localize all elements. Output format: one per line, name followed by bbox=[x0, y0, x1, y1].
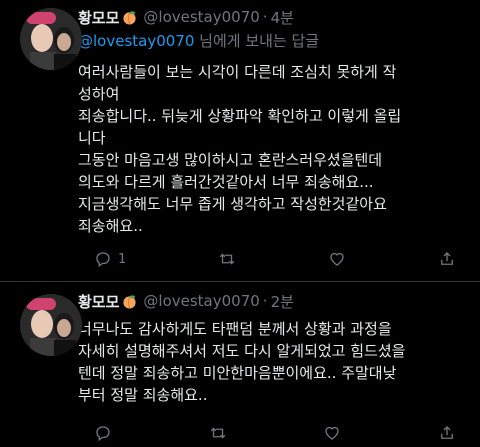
tweet-line: 자세히 설명해주셔서 저도 다시 알게되었고 힘드셨을 bbox=[78, 342, 406, 360]
timestamp[interactable]: 4분 bbox=[271, 7, 294, 28]
share-button[interactable] bbox=[438, 424, 456, 442]
reply-count: 1 bbox=[118, 251, 127, 267]
share-icon bbox=[441, 426, 453, 439]
tweet-text: 너무나도 감사하게도 타팬덤 분께서 상황과 과정을 자세히 설명해주셔서 저도… bbox=[78, 318, 466, 406]
like-button[interactable] bbox=[323, 424, 341, 442]
share-icon bbox=[441, 252, 453, 265]
avatar-image bbox=[20, 294, 82, 356]
retweet-button[interactable] bbox=[209, 424, 227, 442]
tweet-text: 여러사람들이 보는 시각이 다른데 조심치 못하게 작 성하여 죄송합니다.. … bbox=[78, 61, 466, 237]
tweet[interactable]: 황모모 @lovestay0070 · 2분 너무나도 감사하게도 타팬덤 분께… bbox=[0, 282, 480, 446]
peach-emoji-icon bbox=[123, 294, 136, 309]
like-icon bbox=[325, 426, 339, 440]
avatar[interactable] bbox=[20, 8, 82, 70]
tweet-actions: 1 bbox=[94, 250, 456, 268]
tweet-line: 부터 정말 죄송해요.. bbox=[78, 386, 208, 404]
reply-button[interactable]: 1 bbox=[94, 250, 126, 268]
reply-icon bbox=[96, 252, 110, 268]
display-name[interactable]: 황모모 bbox=[78, 291, 119, 312]
timestamp[interactable]: 2분 bbox=[271, 291, 294, 312]
tweet-line: 니다 bbox=[78, 129, 106, 147]
reply-suffix: 님에게 보내는 답글 bbox=[194, 32, 320, 50]
share-button[interactable] bbox=[438, 250, 456, 268]
like-button[interactable] bbox=[328, 250, 346, 268]
reply-context: @lovestay0070 님에게 보내는 답글 bbox=[78, 30, 466, 51]
retweet-icon bbox=[219, 253, 235, 265]
display-name[interactable]: 황모모 bbox=[78, 7, 119, 28]
peach-emoji-icon bbox=[123, 10, 136, 25]
tweet-line: 여러사람들이 보는 시각이 다른데 조심치 못하게 작 bbox=[78, 63, 397, 81]
separator: · bbox=[262, 8, 268, 26]
user-handle[interactable]: @lovestay0070 bbox=[143, 292, 259, 310]
reply-mention-link[interactable]: @lovestay0070 bbox=[78, 32, 194, 50]
tweet-line: 텐데 정말 죄송하고 미안한마음뿐이에요.. 주말대낮 bbox=[78, 364, 397, 382]
like-icon bbox=[330, 252, 344, 266]
tweet-line: 죄송합니다.. 뒤늦게 상황파악 확인하고 이렇게 올립 bbox=[78, 107, 402, 125]
tweet-header: 황모모 @lovestay0070 · 4분 bbox=[78, 7, 466, 28]
avatar[interactable] bbox=[20, 294, 82, 356]
tweet-header: 황모모 @lovestay0070 · 2분 bbox=[78, 291, 466, 312]
avatar-image bbox=[20, 8, 82, 70]
tweet-line: 그동안 마음고생 많이하시고 혼란스러우셨을텐데 bbox=[78, 151, 383, 169]
retweet-icon bbox=[210, 427, 225, 439]
separator: · bbox=[262, 292, 268, 310]
tweet[interactable]: 황모모 @lovestay0070 · 4분 @lovestay0070 님에게… bbox=[0, 0, 480, 282]
tweet-line: 지금생각해도 너무 좁게 생각하고 작성한것같아요 bbox=[78, 195, 387, 213]
tweet-line: 너무나도 감사하게도 타팬덤 분께서 상황과 과정을 bbox=[78, 320, 392, 338]
tweet-line: 죄송해요.. bbox=[78, 217, 143, 235]
user-handle[interactable]: @lovestay0070 bbox=[143, 8, 259, 26]
retweet-button[interactable] bbox=[218, 250, 236, 268]
reply-button[interactable] bbox=[94, 424, 112, 442]
tweet-actions bbox=[94, 424, 456, 442]
reply-icon bbox=[96, 426, 110, 442]
tweet-line: 성하여 bbox=[78, 85, 120, 103]
tweet-line: 의도와 다르게 흘러간것같아서 너무 죄송해요... bbox=[78, 173, 374, 191]
